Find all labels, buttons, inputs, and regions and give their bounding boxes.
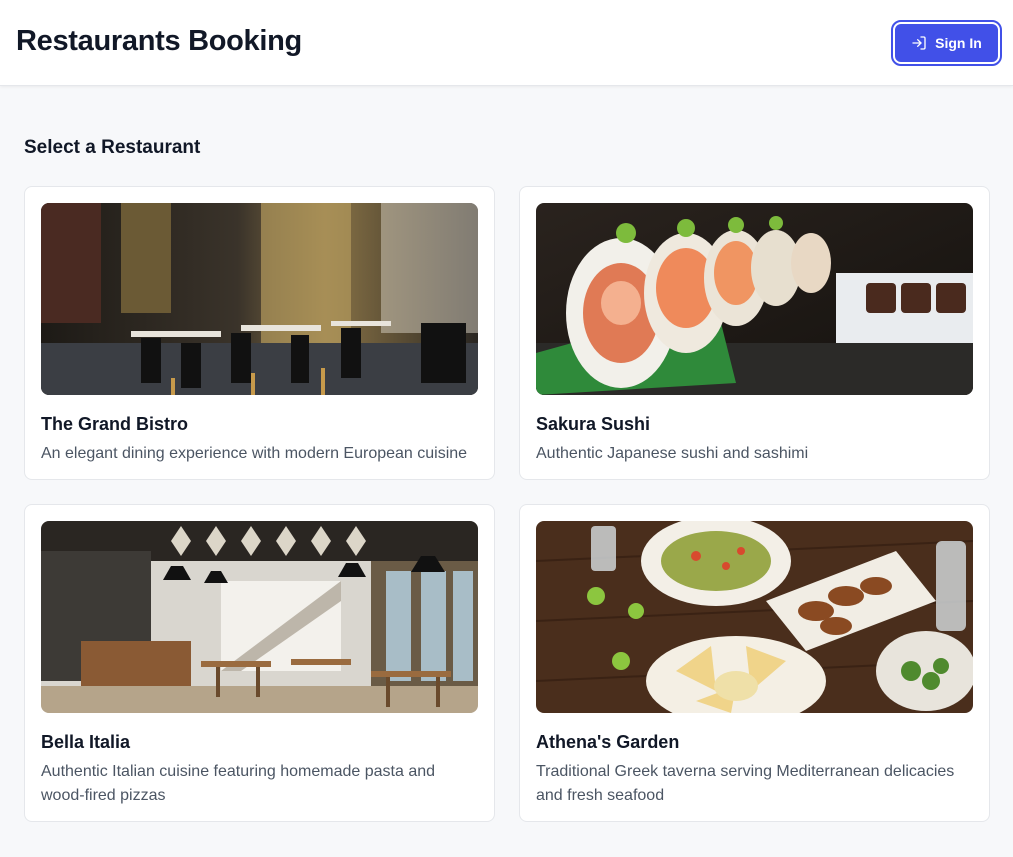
cafe-interior-photo <box>41 521 478 713</box>
restaurant-description: Authentic Italian cuisine featuring home… <box>41 763 436 804</box>
section-title: Select a Restaurant <box>24 137 201 158</box>
sign-in-label: Sign In <box>935 35 982 51</box>
restaurant-card[interactable]: Sakura Sushi Authentic Japanese sushi an… <box>519 186 990 480</box>
top-bar: Restaurants Booking Sign In <box>0 0 1013 86</box>
restaurant-description: Authentic Japanese sushi and sashimi <box>536 445 809 462</box>
restaurant-card[interactable]: Athena's Garden Traditional Greek tavern… <box>519 504 990 822</box>
restaurant-card[interactable]: The Grand Bistro An elegant dining exper… <box>24 186 495 480</box>
sign-in-icon <box>912 36 926 50</box>
restaurant-name: The Grand Bistro <box>41 414 189 434</box>
mediterranean-food-table-photo <box>536 521 973 713</box>
restaurant-grid: The Grand Bistro An elegant dining exper… <box>24 186 990 822</box>
restaurant-card[interactable]: Bella Italia Authentic Italian cuisine f… <box>24 504 495 822</box>
restaurant-description: Traditional Greek taverna serving Medite… <box>536 763 955 804</box>
restaurant-name: Sakura Sushi <box>536 414 651 434</box>
restaurant-description: An elegant dining experience with modern… <box>41 445 468 462</box>
restaurant-name: Bella Italia <box>41 732 131 752</box>
restaurant-interior-photo <box>41 203 478 395</box>
app-title: Restaurants Booking <box>16 25 302 57</box>
sign-in-button[interactable]: Sign In <box>891 20 1002 66</box>
restaurant-name: Athena's Garden <box>536 732 680 752</box>
sushi-rolls-photo <box>536 203 973 395</box>
